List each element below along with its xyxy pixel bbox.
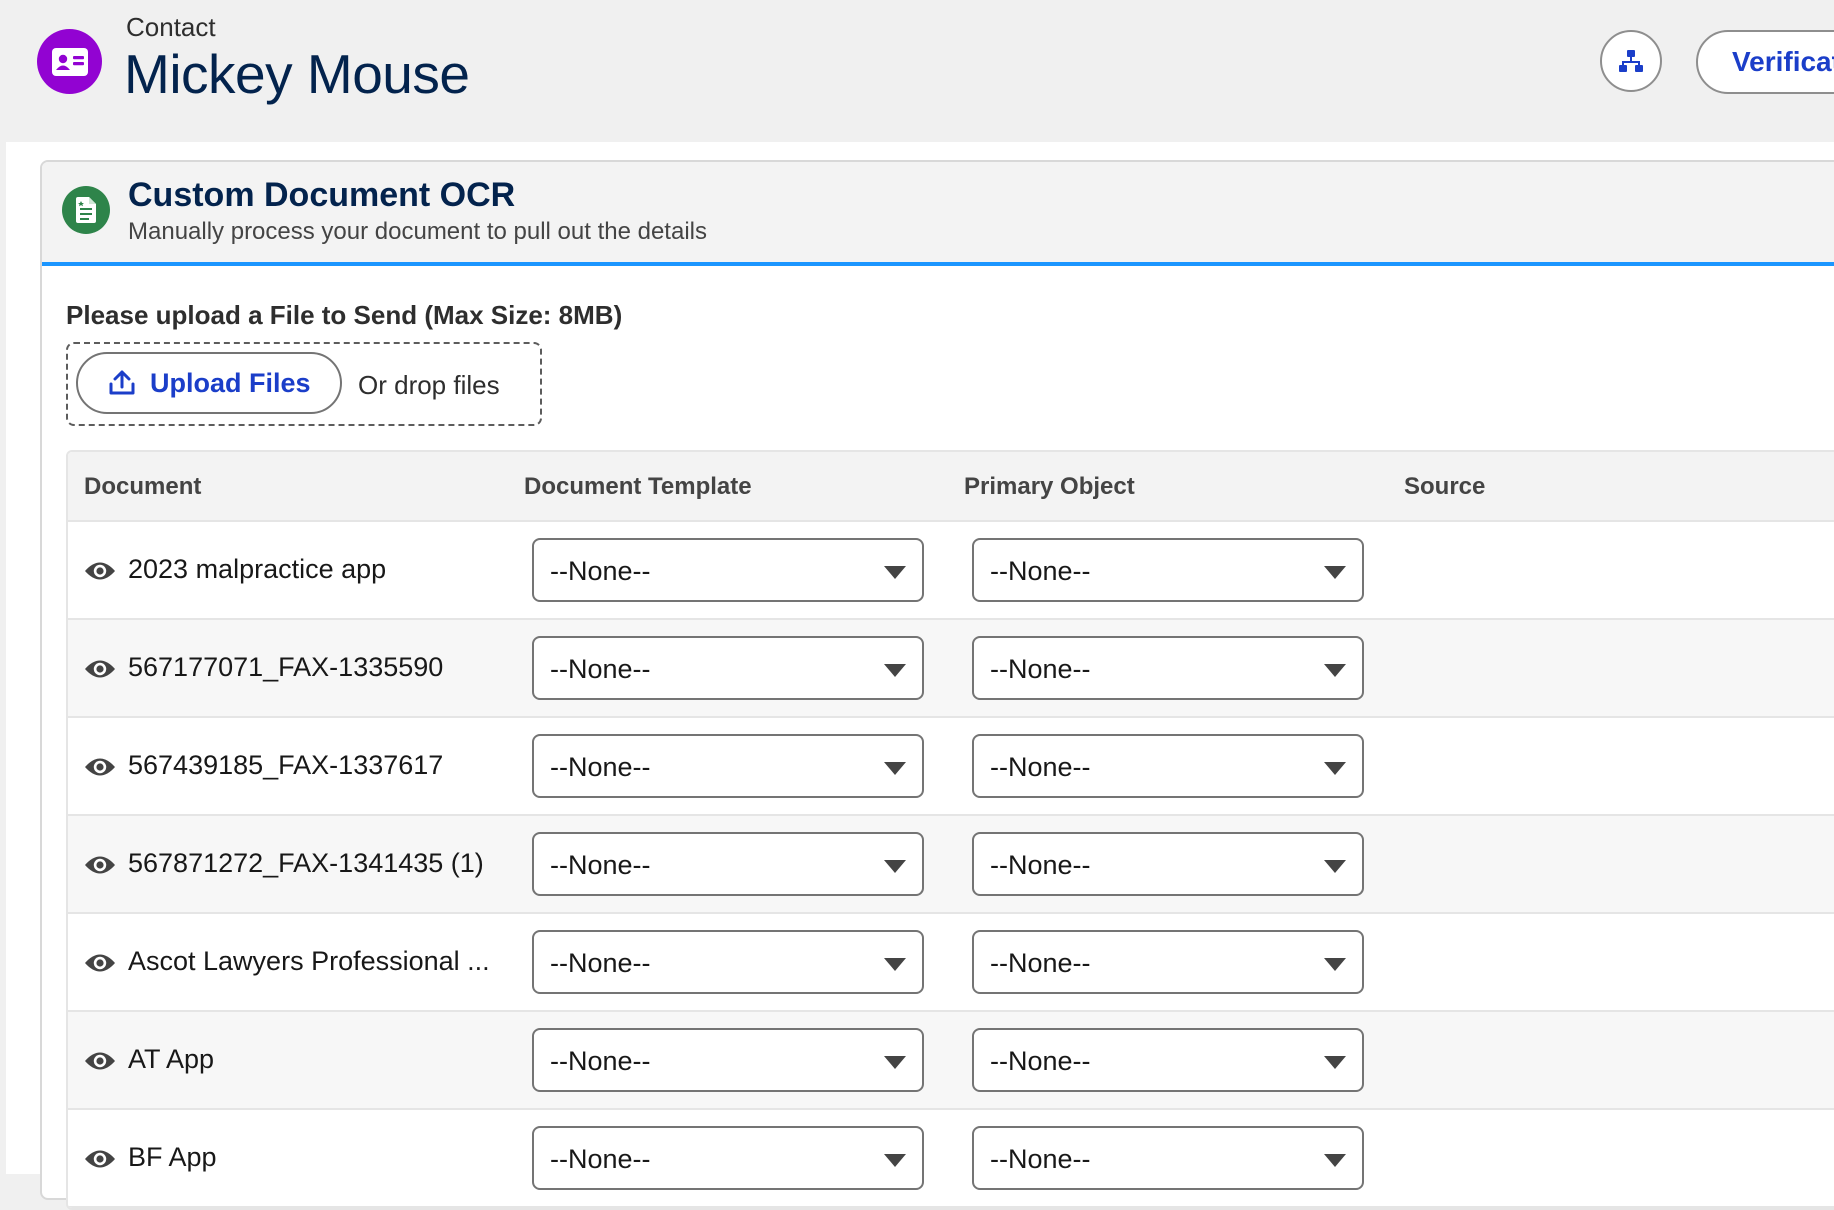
chevron-down-icon	[884, 1154, 906, 1167]
card-title: Custom Document OCR	[128, 176, 516, 214]
document-name: BF App	[128, 1142, 217, 1172]
verification-button[interactable]: Verificat	[1696, 30, 1834, 94]
chevron-down-icon	[884, 762, 906, 775]
document-template-select[interactable]: --None--	[532, 538, 924, 602]
eye-icon[interactable]	[84, 658, 116, 680]
chevron-down-icon	[1324, 664, 1346, 677]
primary-object-select[interactable]: --None--	[972, 1028, 1364, 1092]
upload-files-label: Upload Files	[150, 367, 311, 398]
document-template-value: --None--	[550, 850, 651, 880]
primary-object-select[interactable]: --None--	[972, 734, 1364, 798]
table-row: 2023 malpractice app --None-- --None--	[68, 522, 1834, 620]
column-header-document-template: Document Template	[524, 473, 752, 500]
document-template-value: --None--	[550, 1046, 651, 1076]
upload-icon	[109, 370, 135, 395]
hierarchy-icon	[1619, 50, 1643, 72]
primary-object-select[interactable]: --None--	[972, 930, 1364, 994]
chevron-down-icon	[884, 566, 906, 579]
hierarchy-button[interactable]	[1600, 30, 1662, 92]
documents-table: Document Document Template Primary Objec…	[66, 450, 1834, 1210]
document-template-value: --None--	[550, 948, 651, 978]
eye-icon[interactable]	[84, 1148, 116, 1170]
document-template-select[interactable]: --None--	[532, 832, 924, 896]
primary-object-select[interactable]: --None--	[972, 636, 1364, 700]
card-subtitle: Manually process your document to pull o…	[128, 218, 707, 245]
chevron-down-icon	[884, 664, 906, 677]
eye-icon[interactable]	[84, 756, 116, 778]
document-template-select[interactable]: --None--	[532, 734, 924, 798]
upload-instructions: Please upload a File to Send (Max Size: …	[66, 300, 623, 330]
document-template-select[interactable]: --None--	[532, 1028, 924, 1092]
chevron-down-icon	[1324, 762, 1346, 775]
primary-object-select[interactable]: --None--	[972, 1126, 1364, 1190]
upload-files-button[interactable]: Upload Files	[76, 352, 342, 414]
eye-icon[interactable]	[84, 854, 116, 876]
main-content: Custom Document OCR Manually process you…	[6, 142, 1834, 1210]
primary-object-value: --None--	[990, 1144, 1091, 1174]
card-header: Custom Document OCR Manually process you…	[42, 162, 1834, 266]
drop-files-text: Or drop files	[358, 370, 500, 400]
contact-card-icon	[37, 29, 102, 94]
primary-object-value: --None--	[990, 948, 1091, 978]
record-header: Contact Mickey Mouse Verificat	[0, 0, 1834, 142]
eye-icon[interactable]	[84, 1050, 116, 1072]
document-name: 567439185_FAX-1337617	[128, 750, 444, 780]
chevron-down-icon	[1324, 1056, 1346, 1069]
document-template-select[interactable]: --None--	[532, 1126, 924, 1190]
table-row: 567177071_FAX-1335590 --None-- --None--	[68, 620, 1834, 718]
document-name: 2023 malpractice app	[128, 554, 387, 584]
column-header-source: Source	[1404, 473, 1486, 500]
table-header: Document Document Template Primary Objec…	[68, 452, 1834, 522]
document-template-select[interactable]: --None--	[532, 930, 924, 994]
record-type-label: Contact	[126, 12, 216, 42]
primary-object-value: --None--	[990, 654, 1091, 684]
primary-object-value: --None--	[990, 1046, 1091, 1076]
chevron-down-icon	[884, 1056, 906, 1069]
column-header-primary-object: Primary Object	[964, 473, 1135, 500]
table-row: Ascot Lawyers Professional ... --None-- --…	[68, 914, 1834, 1012]
chevron-down-icon	[884, 958, 906, 971]
document-name: AT App	[128, 1044, 215, 1074]
column-header-document: Document	[84, 473, 202, 500]
document-icon	[62, 186, 110, 234]
primary-object-select[interactable]: --None--	[972, 538, 1364, 602]
table-row: BF App --None-- --None--	[68, 1110, 1834, 1208]
primary-object-select[interactable]: --None--	[972, 832, 1364, 896]
document-name: 567177071_FAX-1335590	[128, 652, 444, 682]
primary-object-value: --None--	[990, 556, 1091, 586]
primary-object-value: --None--	[990, 850, 1091, 880]
document-template-value: --None--	[550, 654, 651, 684]
chevron-down-icon	[1324, 566, 1346, 579]
chevron-down-icon	[1324, 860, 1346, 873]
document-template-value: --None--	[550, 556, 651, 586]
table-row: AT App --None-- --None--	[68, 1012, 1834, 1110]
chevron-down-icon	[884, 860, 906, 873]
document-name: 567871272_FAX-1341435 (1)	[128, 848, 484, 878]
primary-object-value: --None--	[990, 752, 1091, 782]
record-name-title: Mickey Mouse	[124, 43, 470, 105]
table-row: 567439185_FAX-1337617 --None-- --None--	[68, 718, 1834, 816]
chevron-down-icon	[1324, 1154, 1346, 1167]
document-template-value: --None--	[550, 1144, 651, 1174]
chevron-down-icon	[1324, 958, 1346, 971]
document-template-select[interactable]: --None--	[532, 636, 924, 700]
document-name: Ascot Lawyers Professional ...	[128, 946, 490, 976]
eye-icon[interactable]	[84, 560, 116, 582]
eye-icon[interactable]	[84, 952, 116, 974]
table-row: 567871272_FAX-1341435 (1) --None-- --None-…	[68, 816, 1834, 914]
ocr-card: Custom Document OCR Manually process you…	[40, 160, 1834, 1210]
file-dropzone[interactable]: Upload Files Or drop files	[66, 342, 542, 426]
document-template-value: --None--	[550, 752, 651, 782]
